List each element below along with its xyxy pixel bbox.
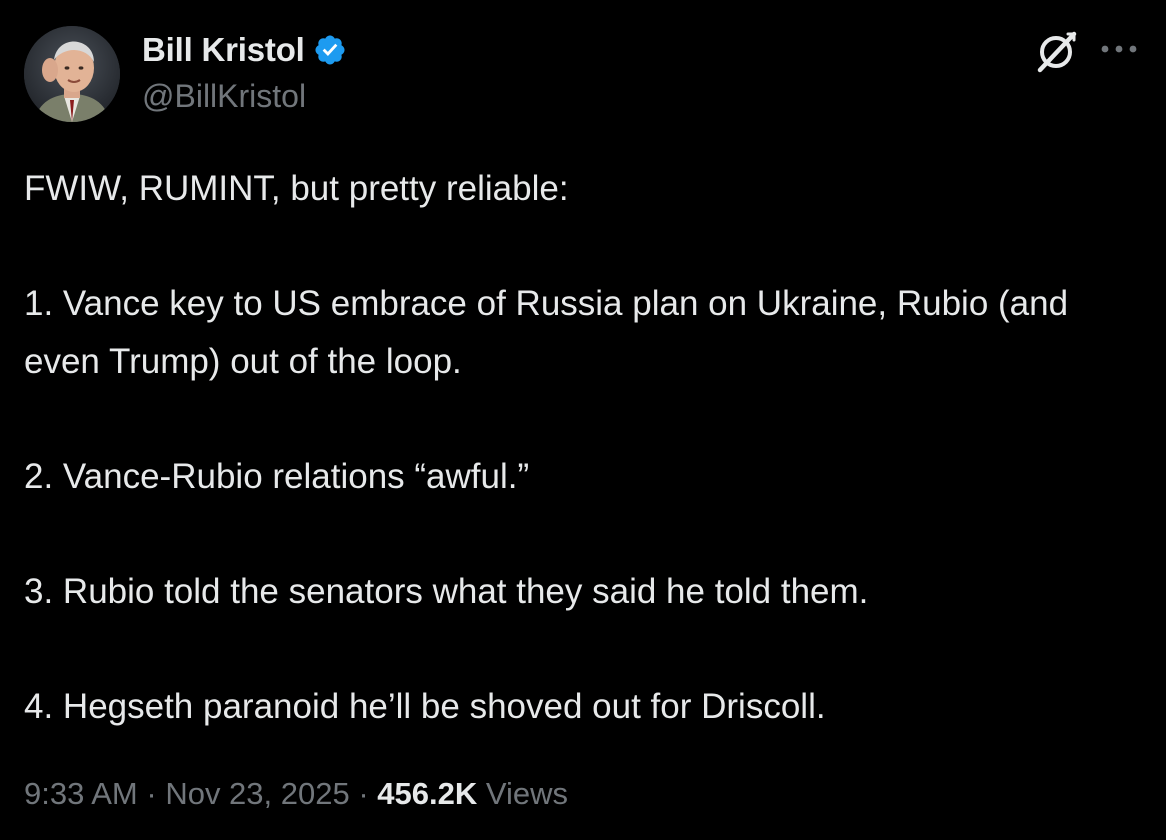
tweet-meta: 9:33 AM · Nov 23, 2025 · 456.2K Views <box>24 776 568 812</box>
grok-icon[interactable] <box>1032 26 1080 74</box>
meta-separator: · <box>137 776 166 811</box>
profile-photo-icon <box>24 26 120 122</box>
tweet-paragraph: 3. Rubio told the senators what they sai… <box>24 571 869 611</box>
author-handle[interactable]: @BillKristol <box>142 78 306 115</box>
tweet-paragraph: 4. Hegseth paranoid he’ll be shoved out … <box>24 686 826 726</box>
tweet-date[interactable]: Nov 23, 2025 <box>165 776 349 811</box>
tweet-paragraph: 2. Vance-Rubio relations “awful.” <box>24 456 530 496</box>
tweet-time[interactable]: 9:33 AM <box>24 776 138 811</box>
tweet-card: Bill Kristol @BillKristol FWIW, RUMINT, … <box>0 0 1166 840</box>
avatar[interactable] <box>24 26 120 122</box>
tweet-text: FWIW, RUMINT, but pretty reliable: 1. Va… <box>24 160 1144 735</box>
tweet-paragraph: 1. Vance key to US embrace of Russia pla… <box>24 284 1069 381</box>
more-options-icon[interactable] <box>1096 34 1142 64</box>
views-count[interactable]: 456.2K <box>377 776 477 811</box>
views-label[interactable]: Views <box>486 776 568 811</box>
verified-badge-icon[interactable] <box>313 33 347 67</box>
author-name-row[interactable]: Bill Kristol <box>142 30 347 70</box>
meta-separator: · <box>349 776 378 811</box>
author-display-name[interactable]: Bill Kristol <box>142 31 305 69</box>
tweet-paragraph: FWIW, RUMINT, but pretty reliable: <box>24 169 569 208</box>
